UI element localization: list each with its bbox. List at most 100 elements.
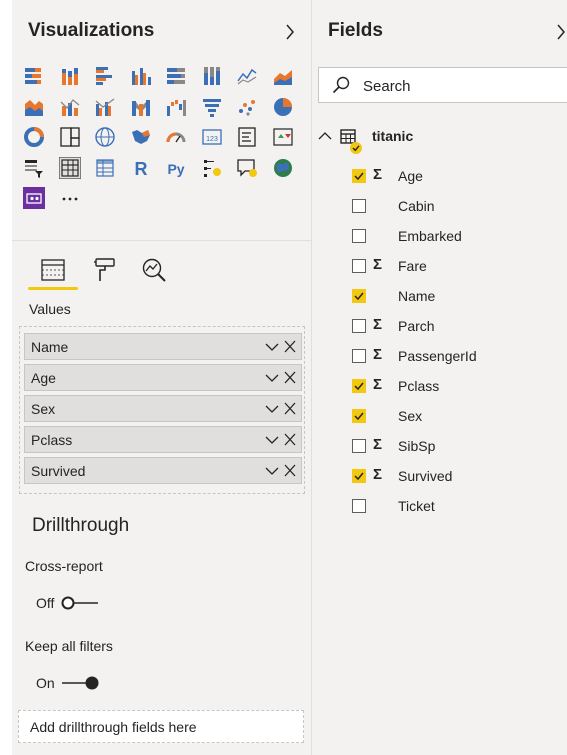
- chevron-down-icon[interactable]: [265, 341, 279, 353]
- waterfall-chart-icon[interactable]: [164, 95, 188, 119]
- area-chart-icon[interactable]: [271, 64, 295, 88]
- chevron-down-icon[interactable]: [265, 372, 279, 384]
- line-and-clustered-column-chart-icon[interactable]: [93, 95, 117, 119]
- chevron-down-icon[interactable]: [265, 403, 279, 415]
- stacked-column-chart-icon[interactable]: [58, 64, 82, 88]
- field-name: Survived: [398, 468, 453, 484]
- remove-field-icon[interactable]: [284, 402, 296, 415]
- checkbox-checked[interactable]: [352, 289, 366, 303]
- field-item[interactable]: Σ PassengerId: [312, 346, 567, 378]
- collapse-fields-chevron-icon[interactable]: [555, 22, 567, 42]
- more-visuals-icon[interactable]: [58, 186, 82, 210]
- kpi-icon[interactable]: [271, 125, 295, 149]
- table-node-titanic[interactable]: titanic: [312, 122, 567, 154]
- clustered-bar-chart-icon[interactable]: [93, 64, 117, 88]
- remove-field-icon[interactable]: [284, 340, 296, 353]
- checkbox-unchecked[interactable]: [352, 319, 366, 333]
- field-item[interactable]: Name: [312, 288, 567, 318]
- key-influencers-icon[interactable]: [200, 156, 224, 180]
- funnel-chart-icon[interactable]: [200, 95, 224, 119]
- filled-map-icon[interactable]: [129, 125, 153, 149]
- check-icon: [354, 292, 364, 301]
- divider: [12, 240, 312, 241]
- fields-tab-icon[interactable]: [39, 256, 67, 284]
- svg-text:R: R: [134, 159, 147, 179]
- field-name: Name: [398, 288, 436, 304]
- field-item[interactable]: Σ Pclass: [312, 376, 567, 408]
- checkbox-unchecked[interactable]: [352, 229, 366, 243]
- checkbox-checked[interactable]: [352, 169, 366, 183]
- values-well[interactable]: Name Age Sex Pclass Survived: [19, 326, 305, 494]
- field-item[interactable]: Σ SibSp: [312, 436, 567, 468]
- line-chart-icon[interactable]: [235, 64, 259, 88]
- arcgis-map-icon[interactable]: [271, 156, 295, 180]
- collapse-visualizations-chevron-icon[interactable]: [284, 22, 296, 42]
- sigma-icon: Σ: [373, 436, 383, 453]
- keep-all-filters-toggle[interactable]: [60, 675, 102, 691]
- stacked-area-chart-icon[interactable]: [22, 95, 46, 119]
- fields-search-input[interactable]: Search: [318, 67, 567, 103]
- card-icon[interactable]: 123: [200, 125, 224, 149]
- field-item[interactable]: Σ Fare: [312, 256, 567, 288]
- fields-title: Fields: [328, 20, 383, 41]
- value-field-name[interactable]: Name: [24, 333, 302, 360]
- format-tab-icon[interactable]: [90, 256, 118, 284]
- multi-row-card-icon[interactable]: [235, 125, 259, 149]
- gauge-icon[interactable]: [164, 125, 188, 149]
- python-visual-icon[interactable]: Py: [164, 156, 188, 180]
- field-item[interactable]: Σ Age: [312, 166, 567, 198]
- checkbox-checked[interactable]: [352, 469, 366, 483]
- treemap-icon[interactable]: [58, 125, 82, 149]
- field-item[interactable]: Cabin: [312, 198, 567, 228]
- table-icon[interactable]: [58, 156, 82, 180]
- value-field-sex[interactable]: Sex: [24, 395, 302, 422]
- remove-field-icon[interactable]: [284, 464, 296, 477]
- 100-stacked-column-chart-icon[interactable]: [200, 64, 224, 88]
- checkbox-unchecked[interactable]: [352, 349, 366, 363]
- field-item[interactable]: Σ Parch: [312, 316, 567, 348]
- field-item[interactable]: Ticket: [312, 498, 567, 528]
- drillthrough-title: Drillthrough: [32, 515, 130, 536]
- field-name: Pclass: [398, 378, 440, 394]
- checkbox-unchecked[interactable]: [352, 499, 366, 513]
- clustered-column-chart-icon[interactable]: [129, 64, 153, 88]
- value-field-survived[interactable]: Survived: [24, 457, 302, 484]
- checkbox-unchecked[interactable]: [352, 439, 366, 453]
- slicer-icon[interactable]: [22, 156, 46, 180]
- remove-field-icon[interactable]: [284, 433, 296, 446]
- field-item[interactable]: Embarked: [312, 228, 567, 258]
- table-icon: [340, 129, 362, 154]
- checkbox-checked[interactable]: [352, 379, 366, 393]
- value-field-age[interactable]: Age: [24, 364, 302, 391]
- line-and-stacked-column-chart-icon[interactable]: [58, 95, 82, 119]
- sigma-icon: Σ: [373, 256, 383, 273]
- r-script-visual-icon[interactable]: R: [129, 156, 153, 180]
- remove-field-icon[interactable]: [284, 371, 296, 384]
- cross-report-toggle[interactable]: [60, 595, 102, 611]
- 100-stacked-bar-chart-icon[interactable]: [164, 64, 188, 88]
- chevron-down-icon[interactable]: [265, 434, 279, 446]
- field-name: Fare: [398, 258, 427, 274]
- active-tab-indicator: [28, 287, 78, 290]
- donut-chart-icon[interactable]: [22, 125, 46, 149]
- chevron-down-icon[interactable]: [265, 465, 279, 477]
- analytics-tab-icon[interactable]: [140, 256, 168, 284]
- value-field-pclass[interactable]: Pclass: [24, 426, 302, 453]
- stacked-bar-chart-icon[interactable]: [22, 64, 46, 88]
- ribbon-chart-icon[interactable]: [129, 95, 153, 119]
- svg-text:Py: Py: [167, 161, 184, 177]
- map-icon[interactable]: [93, 125, 117, 149]
- field-item[interactable]: Σ Survived: [312, 466, 567, 498]
- field-item[interactable]: Sex: [312, 408, 567, 438]
- checkbox-checked[interactable]: [352, 409, 366, 423]
- scatter-chart-icon[interactable]: [235, 95, 259, 119]
- drillthrough-fields-dropzone[interactable]: Add drillthrough fields here: [18, 710, 304, 743]
- qa-visual-icon[interactable]: [235, 156, 259, 180]
- checkbox-unchecked[interactable]: [352, 259, 366, 273]
- checkbox-unchecked[interactable]: [352, 199, 366, 213]
- matrix-icon[interactable]: [93, 156, 117, 180]
- chevron-up-icon[interactable]: [318, 131, 332, 141]
- custom-visual-icon[interactable]: [22, 186, 46, 210]
- pie-chart-icon[interactable]: [271, 95, 295, 119]
- value-field-label: Survived: [31, 462, 86, 479]
